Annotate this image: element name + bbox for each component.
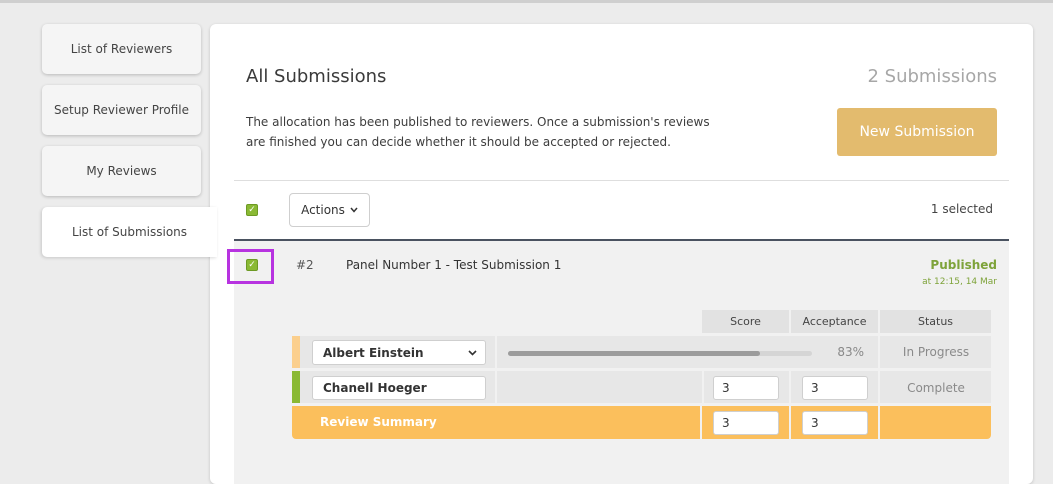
status-timestamp: at 12:15, 14 Mar bbox=[922, 277, 997, 287]
empty-cell bbox=[497, 371, 702, 403]
submission-title[interactable]: Panel Number 1 - Test Submission 1 bbox=[346, 258, 561, 272]
score-input[interactable] bbox=[713, 376, 779, 400]
divider bbox=[234, 180, 1009, 181]
check-icon: ✓ bbox=[248, 204, 256, 215]
sidebar-item-my-reviews[interactable]: My Reviews bbox=[42, 146, 201, 196]
reviewer-name-field[interactable]: Chanell Hoeger bbox=[312, 376, 486, 400]
submission-count: 2 Submissions bbox=[867, 66, 997, 87]
submission-number: #2 bbox=[296, 258, 314, 272]
sidebar-item-label: List of Reviewers bbox=[70, 42, 173, 56]
actions-dropdown[interactable]: Actions bbox=[289, 193, 370, 227]
divider bbox=[789, 406, 791, 439]
page-title: All Submissions bbox=[246, 66, 387, 87]
review-summary-label: Review Summary bbox=[320, 415, 437, 429]
column-header-status: Status bbox=[880, 310, 991, 333]
summary-score-input[interactable] bbox=[713, 411, 779, 435]
sidebar-item-label: My Reviews bbox=[86, 164, 157, 178]
column-header-acceptance: Acceptance bbox=[791, 310, 878, 333]
allocation-description: The allocation has been published to rev… bbox=[246, 115, 710, 149]
select-all-checkbox[interactable]: ✓ bbox=[246, 204, 258, 216]
new-submission-button[interactable]: New Submission bbox=[837, 108, 997, 156]
review-status: In Progress bbox=[902, 345, 970, 359]
review-progress-label: 83% bbox=[837, 345, 864, 359]
summary-acceptance-input[interactable] bbox=[802, 411, 868, 435]
sidebar-item-list-of-submissions[interactable]: List of Submissions bbox=[42, 207, 217, 257]
review-progress-bar bbox=[508, 351, 812, 356]
sidebar-item-list-of-reviewers[interactable]: List of Reviewers bbox=[42, 24, 201, 74]
sidebar-item-setup-reviewer-profile[interactable]: Setup Reviewer Profile bbox=[42, 85, 201, 135]
chevron-down-icon bbox=[468, 349, 477, 356]
status-badge: Published bbox=[930, 258, 997, 272]
complete-marker bbox=[292, 371, 300, 403]
chevron-down-icon bbox=[350, 207, 358, 213]
reviewer-select[interactable]: Albert Einstein bbox=[312, 340, 486, 365]
review-progress-fill bbox=[508, 351, 761, 356]
divider bbox=[700, 406, 702, 439]
in-progress-marker bbox=[292, 336, 300, 368]
sidebar-item-label: Setup Reviewer Profile bbox=[54, 103, 189, 117]
actions-label: Actions bbox=[301, 203, 345, 217]
divider bbox=[878, 406, 880, 439]
column-header-score: Score bbox=[702, 310, 789, 333]
acceptance-input[interactable] bbox=[802, 376, 868, 400]
check-icon: ✓ bbox=[248, 259, 256, 270]
top-border bbox=[0, 0, 1053, 3]
review-summary-row: Review Summary bbox=[292, 406, 991, 439]
reviewer-select-value: Albert Einstein bbox=[323, 345, 424, 360]
sidebar-item-label: List of Submissions bbox=[71, 225, 188, 239]
submission-checkbox[interactable]: ✓ bbox=[246, 259, 258, 271]
submissions-panel: All Submissions 2 Submissions The alloca… bbox=[210, 24, 1033, 484]
selected-count: 1 selected bbox=[930, 202, 993, 216]
review-status: Complete bbox=[907, 381, 965, 395]
